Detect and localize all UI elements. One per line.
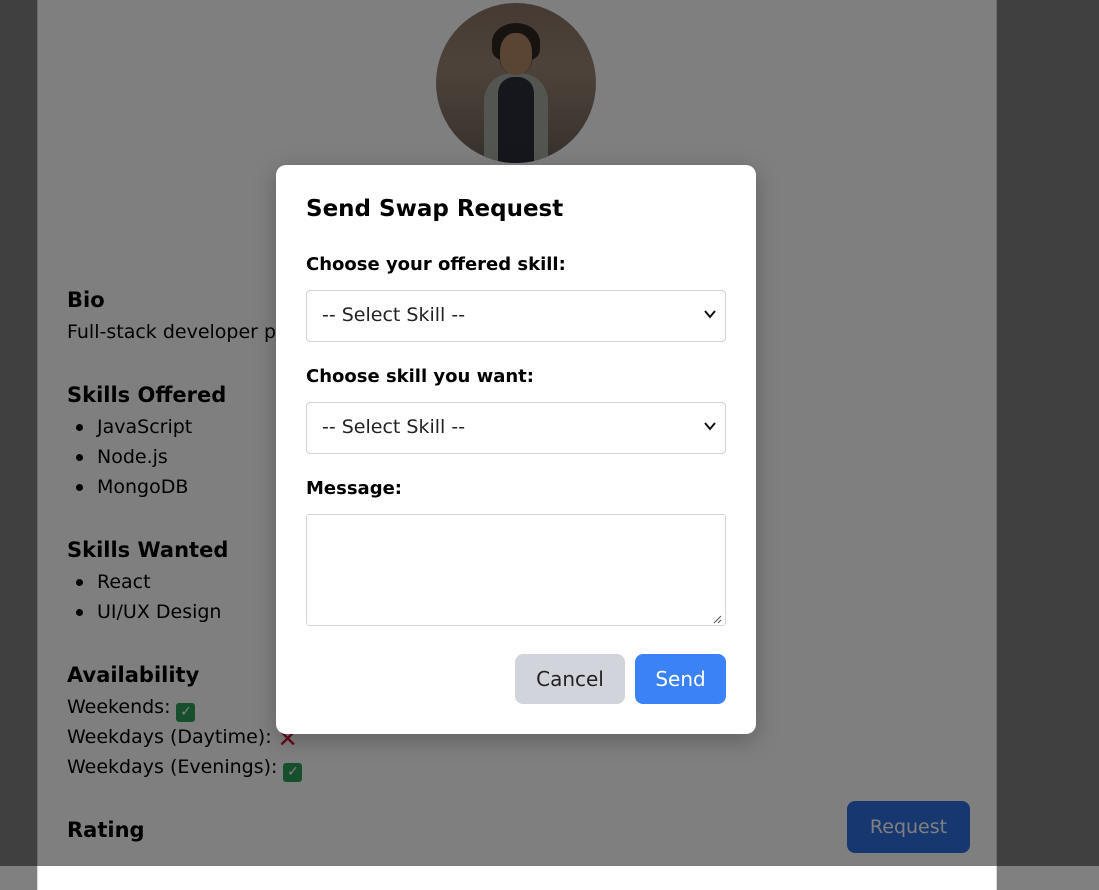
offered-skill-value: -- Select Skill --	[322, 304, 466, 326]
swap-request-modal: Send Swap Request Choose your offered sk…	[276, 165, 756, 734]
send-button[interactable]: Send	[635, 654, 726, 704]
modal-title: Send Swap Request	[306, 196, 564, 222]
wanted-skill-select[interactable]: -- Select Skill --	[306, 402, 726, 454]
cancel-button[interactable]: Cancel	[515, 654, 625, 704]
message-textarea[interactable]	[306, 514, 726, 626]
resize-handle-icon[interactable]	[712, 614, 722, 624]
offered-skill-select[interactable]: -- Select Skill --	[306, 290, 726, 342]
chevron-down-icon	[704, 310, 716, 319]
wanted-skill-label: Choose skill you want:	[306, 366, 534, 387]
wanted-skill-value: -- Select Skill --	[322, 416, 466, 438]
message-label: Message:	[306, 478, 402, 499]
offered-skill-label: Choose your offered skill:	[306, 254, 566, 275]
chevron-down-icon	[704, 422, 716, 431]
